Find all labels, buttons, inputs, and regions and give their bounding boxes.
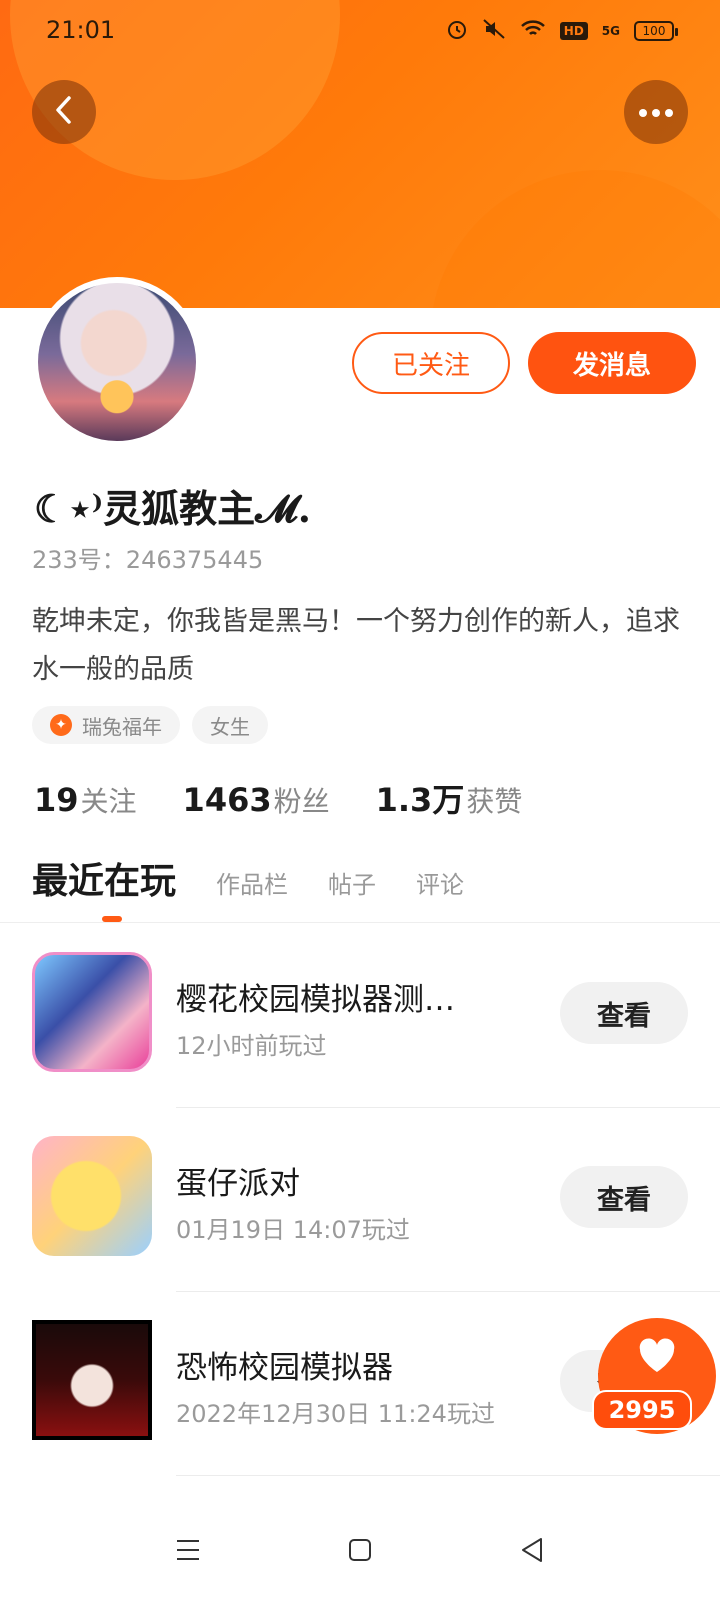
last-played-time: 01月19日 14:07玩过 <box>176 1216 410 1244</box>
user-id: 233号：246375445 <box>32 546 264 574</box>
last-played-time: 2022年12月30日 11:24玩过 <box>176 1400 495 1428</box>
like-count: 2995 <box>592 1390 692 1430</box>
game-title: 恐怖校园模拟器 <box>176 1350 393 1386</box>
stat-following[interactable]: 19关注 <box>34 780 137 820</box>
tag-badge[interactable]: ✦ 瑞兔福年 <box>32 706 180 744</box>
alarm-icon <box>446 18 468 44</box>
stat-label: 关注 <box>80 785 137 818</box>
tag-gender: 女生 <box>192 706 268 744</box>
user-bio: 乾坤未定，你我皆是黑马！一个努力创作的新人，追求水一般的品质 <box>32 606 680 685</box>
status-icons: HD 5G 100 <box>446 18 678 44</box>
game-icon <box>32 1320 152 1440</box>
following-button[interactable]: 已关注 <box>352 332 510 394</box>
system-nav-bar <box>0 1500 720 1600</box>
tab-works[interactable]: 作品栏 <box>216 865 288 900</box>
heart-icon <box>637 1338 677 1378</box>
game-title: 樱花校园模拟器测… <box>176 982 455 1018</box>
tab-posts[interactable]: 帖子 <box>328 865 376 900</box>
stat-number: 1.3万 <box>375 781 465 819</box>
status-bar: 21:01 HD 5G 100 <box>0 0 720 64</box>
list-item[interactable]: 蛋仔派对 01月19日 14:07玩过 查看 <box>0 1108 720 1292</box>
more-dots-icon <box>638 103 674 122</box>
battery-icon: 100 <box>634 21 678 41</box>
badge-icon: ✦ <box>50 714 72 736</box>
stat-followers[interactable]: 1463粉丝 <box>183 780 330 820</box>
back-triangle-icon[interactable] <box>512 1530 552 1570</box>
avatar[interactable] <box>32 277 202 447</box>
list-item[interactable]: 樱花校园模拟器测… 12小时前玩过 查看 <box>0 924 720 1108</box>
divider <box>0 922 720 923</box>
wifi-icon <box>520 19 546 43</box>
view-button[interactable]: 查看 <box>560 1166 688 1228</box>
stat-number: 19 <box>34 781 79 819</box>
game-title: 蛋仔派对 <box>176 1166 300 1202</box>
tag-label: 瑞兔福年 <box>82 714 162 739</box>
profile-tabs: 最近在玩 作品栏 帖子 评论 <box>32 852 464 904</box>
username: ☾⋆⁾灵狐教主𝓜. <box>34 486 311 531</box>
tab-comments[interactable]: 评论 <box>416 865 464 900</box>
tab-recently-played[interactable]: 最近在玩 <box>32 852 176 904</box>
stat-likes: 1.3万获赞 <box>376 775 523 821</box>
last-played-time: 12小时前玩过 <box>176 1032 327 1060</box>
home-icon[interactable] <box>340 1530 380 1570</box>
divider <box>176 1475 720 1476</box>
status-time: 21:01 <box>46 16 116 44</box>
menu-icon[interactable] <box>168 1530 208 1570</box>
back-button[interactable] <box>32 80 96 144</box>
view-button[interactable]: 查看 <box>560 982 688 1044</box>
stat-number: 1463 <box>182 781 272 819</box>
avatar-image <box>38 283 196 441</box>
user-tags: ✦ 瑞兔福年 女生 <box>32 706 268 744</box>
hd-badge: HD <box>559 22 588 40</box>
more-button[interactable] <box>624 80 688 144</box>
profile-stats: 19关注 1463粉丝 1.3万获赞 <box>34 775 522 821</box>
signal-label: 5G <box>601 24 620 38</box>
stat-label: 粉丝 <box>273 785 330 818</box>
mute-icon <box>482 18 506 44</box>
header-decoration <box>430 170 720 308</box>
game-icon <box>32 1136 152 1256</box>
chevron-left-icon <box>52 95 76 129</box>
stat-label: 获赞 <box>466 785 523 818</box>
tag-label: 女生 <box>210 714 250 739</box>
game-icon <box>32 952 152 1072</box>
send-message-button[interactable]: 发消息 <box>528 332 696 394</box>
